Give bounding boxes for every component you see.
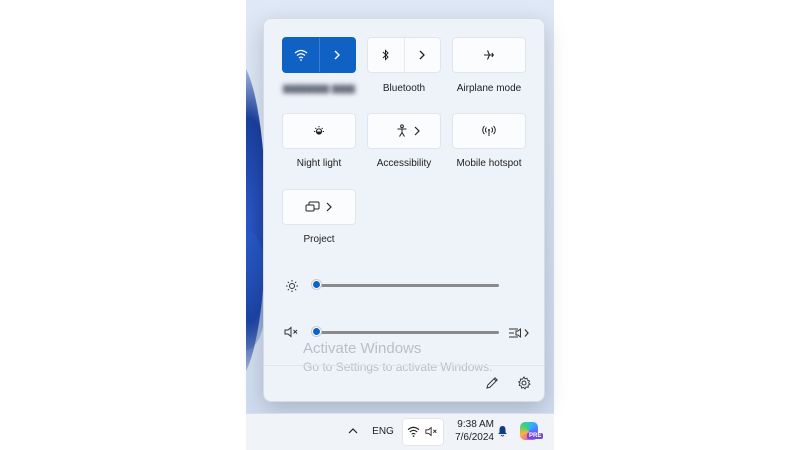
audio-output-button[interactable] [507,324,531,342]
pencil-icon [486,377,498,389]
chevron-right-icon [419,50,426,60]
mobile-hotspot-tile[interactable] [452,113,526,149]
brightness-slider-thumb[interactable] [311,279,322,290]
accessibility-open[interactable] [368,114,411,148]
wifi-icon [406,424,420,438]
notifications-button[interactable] [495,424,509,438]
copilot-preview-badge: PRE [527,433,544,439]
wifi-tile[interactable] [282,37,356,73]
brightness-slider-track[interactable] [317,284,499,287]
bluetooth-tile[interactable] [367,37,441,73]
wifi-expand-button[interactable] [318,38,356,72]
bell-icon [497,426,507,437]
settings-button[interactable] [515,374,533,392]
volume-muted-icon [424,424,440,438]
airplane-icon [484,50,494,60]
volume-muted-icon[interactable] [284,326,300,341]
chevron-right-icon [414,126,421,136]
accessibility-icon [397,124,407,137]
mobile-hotspot-label: Mobile hotspot [456,158,522,169]
bluetooth-expand-button[interactable] [403,38,441,72]
wifi-toggle[interactable] [283,38,319,72]
project-label: Project [303,234,335,245]
chevron-right-icon [334,50,341,60]
airplane-mode-tile[interactable] [452,37,526,73]
project-icon [305,201,320,212]
audio-mixer-icon [509,327,529,339]
activate-windows-subtitle: Go to Settings to activate Windows. [303,360,493,374]
volume-slider-thumb[interactable] [311,326,322,337]
chevron-right-icon [326,202,332,212]
hotspot-icon [482,125,496,136]
wifi-icon [294,49,308,61]
chevron-up-icon [348,428,358,434]
edit-quick-settings-button[interactable] [483,374,501,392]
clock[interactable]: 9:38 AM 7/6/2024 [448,418,494,444]
panel-footer-divider [264,365,544,366]
night-light-tile[interactable] [282,113,356,149]
airplane-mode-label: Airplane mode [456,83,522,94]
language-indicator[interactable]: ENG [370,424,396,438]
activate-windows-title: Activate Windows [303,340,422,357]
bluetooth-toggle[interactable] [368,38,404,72]
show-hidden-icons-button[interactable] [346,424,360,438]
bluetooth-icon [382,49,389,61]
clock-time: 9:38 AM [457,419,494,430]
volume-slider-track[interactable] [317,331,499,334]
accessibility-tile[interactable] [367,113,441,149]
project-tile[interactable] [282,189,356,225]
clock-date: 7/6/2024 [455,432,494,443]
night-light-icon [314,126,324,135]
accessibility-expand-button[interactable] [411,114,440,148]
gear-icon [517,376,531,390]
brightness-icon [285,279,299,296]
